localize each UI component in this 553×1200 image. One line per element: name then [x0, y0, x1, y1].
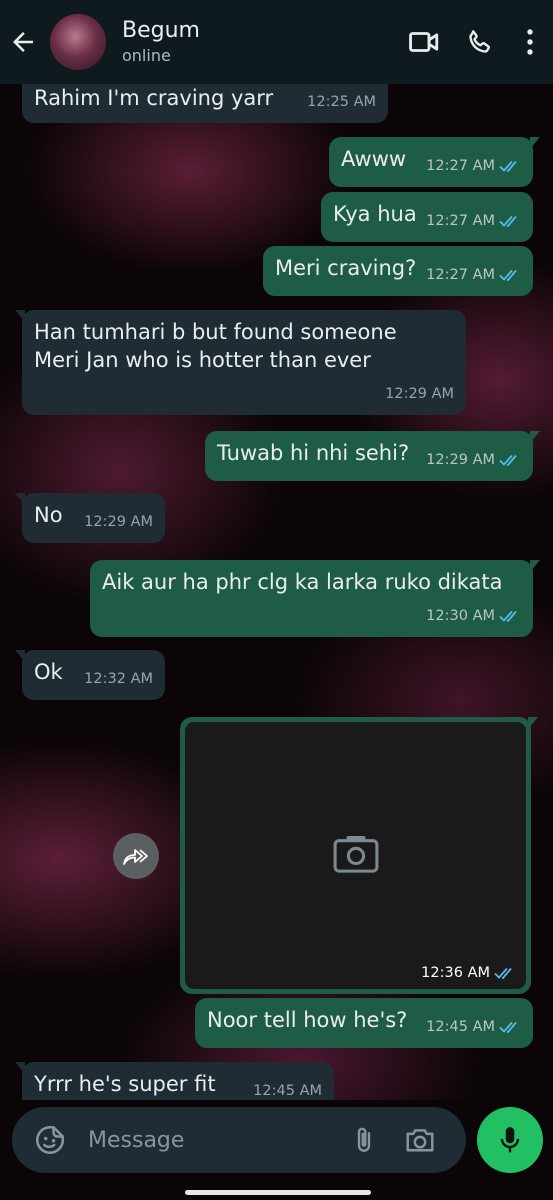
message-outgoing-photo[interactable]: 12:36 AM [180, 717, 538, 994]
contact-name: Begum [122, 18, 200, 43]
message-text: Tuwab hi nhi sehi? [217, 441, 410, 465]
message-text: Han tumhari b but found someone Meri Jan… [34, 320, 397, 372]
message-text: Rahim I'm craving yarr [34, 86, 274, 110]
message-time: 12:29 AM [385, 386, 454, 402]
photo-icon [333, 835, 379, 877]
message-incoming[interactable]: Ok 12:32 AM [15, 650, 165, 700]
photo-placeholder[interactable]: 12:36 AM [185, 722, 526, 989]
message-text: Yrrr he's super fit [34, 1072, 216, 1096]
message-outgoing[interactable]: Awww 12:27 AM [329, 137, 540, 187]
microphone-icon [500, 1127, 520, 1153]
message-composer [12, 1107, 466, 1173]
message-input[interactable] [88, 1127, 338, 1153]
message-outgoing[interactable]: Meri craving? 12:27 AM [263, 246, 533, 296]
read-receipt-icon [499, 160, 517, 173]
mic-button[interactable] [477, 1107, 543, 1173]
message-outgoing[interactable]: Noor tell how he's? 12:45 AM [195, 998, 533, 1048]
attach-icon[interactable] [338, 1107, 390, 1173]
message-time: 12:36 AM [421, 965, 490, 981]
home-indicator [185, 1190, 371, 1195]
read-receipt-icon [499, 1021, 517, 1034]
voice-call-icon[interactable] [457, 0, 503, 84]
message-text: Kya hua [333, 202, 417, 226]
message-time: 12:27 AM [426, 213, 495, 229]
read-receipt-icon [499, 269, 517, 282]
contact-info[interactable]: Begum online [122, 17, 401, 67]
camera-icon[interactable] [394, 1107, 446, 1173]
contact-avatar[interactable] [50, 14, 106, 70]
sticker-icon[interactable] [24, 1107, 76, 1173]
message-text: Ok [34, 660, 63, 684]
message-time: 12:45 AM [426, 1019, 495, 1035]
more-options-icon[interactable] [507, 0, 553, 84]
message-outgoing[interactable]: Tuwab hi nhi sehi? 12:29 AM [205, 431, 540, 481]
forward-icon[interactable] [113, 833, 159, 879]
read-receipt-icon [494, 967, 512, 980]
message-incoming[interactable]: Rahim I'm craving yarr 12:25 AM [22, 78, 388, 123]
message-outgoing[interactable]: Kya hua 12:27 AM [321, 192, 533, 242]
message-text: Meri craving? [275, 256, 417, 280]
message-outgoing[interactable]: Aik aur ha phr clg ka larka ruko dikata … [90, 560, 540, 637]
chat-header: Begum online [0, 0, 553, 84]
back-arrow-icon[interactable] [0, 0, 46, 84]
message-time: 12:32 AM [84, 671, 153, 687]
read-receipt-icon [499, 215, 517, 228]
read-receipt-icon [499, 454, 517, 467]
contact-status: online [122, 46, 171, 65]
message-incoming[interactable]: Han tumhari b but found someone Meri Jan… [15, 310, 466, 415]
message-time: 12:30 AM [426, 608, 495, 624]
message-incoming[interactable]: No 12:29 AM [15, 493, 165, 543]
message-time: 12:27 AM [426, 158, 495, 174]
message-time: 12:29 AM [426, 452, 495, 468]
read-receipt-icon [499, 610, 517, 623]
video-call-icon[interactable] [401, 0, 447, 84]
message-text: Aik aur ha phr clg ka larka ruko dikata [102, 570, 503, 594]
message-text: Awww [341, 147, 407, 171]
message-text: Noor tell how he's? [207, 1008, 408, 1032]
message-time: 12:29 AM [84, 514, 153, 530]
message-time: 12:25 AM [307, 94, 376, 110]
message-text: No [34, 503, 63, 527]
message-time: 12:27 AM [426, 267, 495, 283]
